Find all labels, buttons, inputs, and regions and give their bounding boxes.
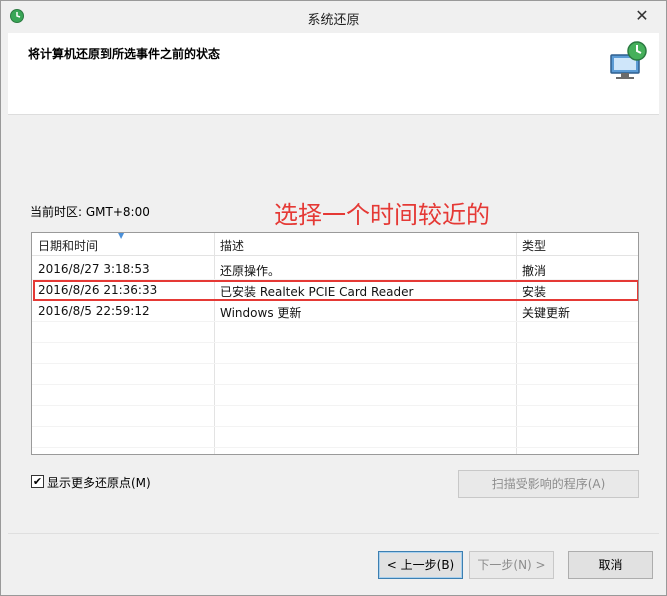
selected-row-highlight xyxy=(33,280,638,301)
empty-row xyxy=(32,343,638,364)
empty-row xyxy=(32,364,638,385)
sort-ascending-icon: ▼ xyxy=(118,232,125,240)
cell-type: 关键更新 xyxy=(522,306,571,320)
system-restore-window: 系统还原 ✕ 将计算机还原到所选事件之前的状态 当前时区: GMT+8:00 选… xyxy=(0,0,667,596)
cell-description: Windows 更新 xyxy=(220,306,302,320)
cell-description: 还原操作。 xyxy=(220,264,281,278)
column-header-description[interactable]: 描述 xyxy=(220,237,244,254)
cell-date: 2016/8/5 22:59:12 xyxy=(38,304,150,318)
wizard-content: 当前时区: GMT+8:00 选择一个时间较近的 日期和时间 ▼ 描述 类型 2… xyxy=(8,115,659,533)
table-header: 日期和时间 ▼ 描述 类型 xyxy=(32,233,638,256)
cell-date: 2016/8/27 3:18:53 xyxy=(38,262,150,276)
scan-affected-programs-button[interactable]: 扫描受影响的程序(A) xyxy=(458,470,639,498)
column-header-type[interactable]: 类型 xyxy=(522,237,546,254)
title-bar: 系统还原 ✕ xyxy=(1,1,666,33)
empty-row xyxy=(32,385,638,406)
page-title: 将计算机还原到所选事件之前的状态 xyxy=(28,47,221,61)
cancel-button[interactable]: 取消 xyxy=(568,551,653,579)
table-row[interactable]: 2016/8/27 3:18:53 还原操作。 撤消 xyxy=(32,259,638,280)
table-row[interactable]: 2016/8/5 22:59:12 Windows 更新 关键更新 xyxy=(32,301,638,322)
back-button[interactable]: < 上一步(B) xyxy=(378,551,463,579)
cell-type: 撤消 xyxy=(522,264,547,278)
restore-points-table: 日期和时间 ▼ 描述 类型 2016/8/27 3:18:53 还原操作。 撤消… xyxy=(31,232,639,455)
close-icon[interactable]: ✕ xyxy=(628,6,656,26)
annotation-text: 选择一个时间较近的 xyxy=(274,201,490,229)
empty-row xyxy=(32,427,638,448)
column-header-date[interactable]: 日期和时间 xyxy=(38,237,98,254)
wizard-header: 将计算机还原到所选事件之前的状态 xyxy=(8,33,659,115)
computer-restore-icon xyxy=(610,41,647,79)
window-title: 系统还原 xyxy=(307,13,360,28)
footer-separator xyxy=(8,533,659,534)
next-button[interactable]: 下一步(N) > xyxy=(469,551,554,579)
empty-row xyxy=(32,406,638,427)
show-more-checkbox[interactable]: ✔ xyxy=(31,475,44,488)
timezone-label: 当前时区: GMT+8:00 xyxy=(30,205,150,219)
show-more-label[interactable]: 显示更多还原点(M) xyxy=(47,474,151,491)
empty-row xyxy=(32,322,638,343)
